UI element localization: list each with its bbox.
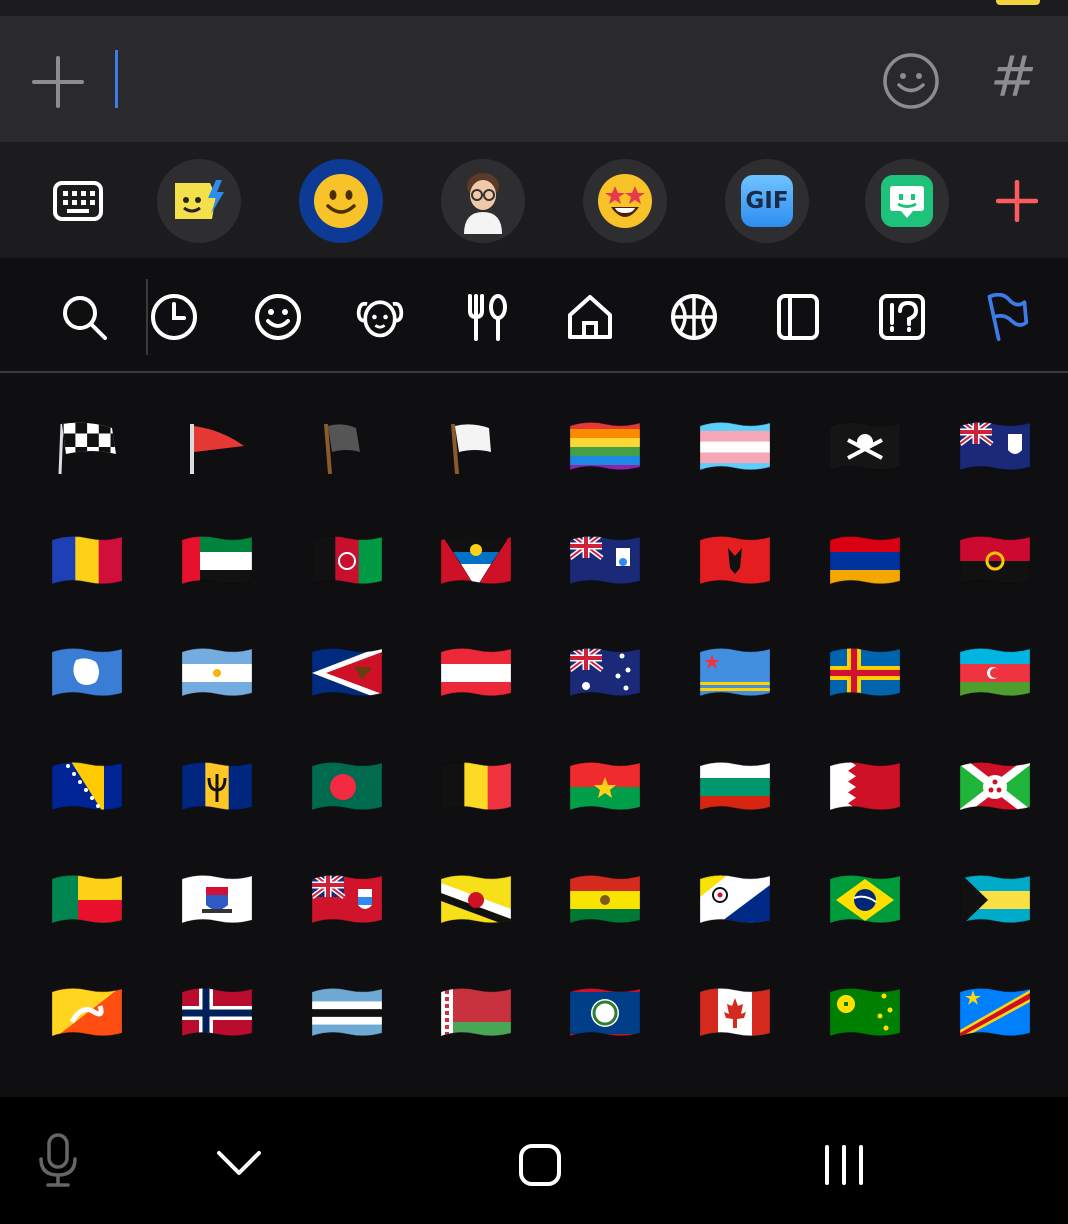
flag-united-arab-emirates[interactable] xyxy=(182,534,252,588)
flag-aruba[interactable] xyxy=(700,646,770,700)
gif-icon[interactable]: GIF xyxy=(725,159,809,243)
recents-icon[interactable] xyxy=(822,1145,866,1185)
flag-bangladesh[interactable] xyxy=(312,760,382,814)
search-icon[interactable] xyxy=(60,293,108,341)
flag-black-flag[interactable] xyxy=(312,420,382,474)
flag-burkina-faso[interactable] xyxy=(570,760,640,814)
flag-pirate-flag[interactable] xyxy=(830,420,900,474)
flag-transgender-flag[interactable] xyxy=(700,420,770,474)
recent-clock-icon[interactable] xyxy=(150,293,198,341)
smileys-icon[interactable] xyxy=(254,293,302,341)
flag-brunei[interactable] xyxy=(441,873,511,927)
flag-antigua-barbuda[interactable] xyxy=(441,534,511,588)
sticker-icon[interactable] xyxy=(157,159,241,243)
flag-bahrain[interactable] xyxy=(830,760,900,814)
avatar-icon[interactable] xyxy=(441,159,525,243)
flag-congo-kinshasa[interactable] xyxy=(960,986,1030,1040)
flag-brazil[interactable] xyxy=(830,873,900,927)
top-accent xyxy=(996,0,1040,5)
flag-ascension-island[interactable] xyxy=(960,420,1030,474)
smiley-outline-icon[interactable] xyxy=(882,52,940,110)
flag-burundi[interactable] xyxy=(960,760,1030,814)
animals-icon[interactable] xyxy=(356,293,404,341)
flag-azerbaijan[interactable] xyxy=(960,646,1030,700)
flag-canada[interactable] xyxy=(700,986,770,1040)
emoji-category-bar xyxy=(0,259,1068,373)
add-icon[interactable] xyxy=(975,159,1059,243)
flag-antarctica[interactable] xyxy=(52,646,122,700)
flag-australia[interactable] xyxy=(570,646,640,700)
flag-st-barthelemy[interactable] xyxy=(182,873,252,927)
flag-american-samoa[interactable] xyxy=(312,646,382,700)
food-icon[interactable] xyxy=(462,293,510,341)
flag-andorra[interactable] xyxy=(52,534,122,588)
flag-argentina[interactable] xyxy=(182,646,252,700)
flag-benin[interactable] xyxy=(52,873,122,927)
microphone-icon[interactable] xyxy=(38,1133,78,1187)
flag-white-flag[interactable] xyxy=(441,420,511,474)
flag-aland-islands[interactable] xyxy=(830,646,900,700)
flag-cocos-islands[interactable] xyxy=(830,986,900,1040)
chevron-down-icon[interactable] xyxy=(216,1149,262,1177)
flag-triangular-flag[interactable] xyxy=(182,420,252,474)
flag-bosnia-herzegovina[interactable] xyxy=(52,760,122,814)
flag-afghanistan[interactable] xyxy=(312,534,382,588)
category-divider xyxy=(146,279,148,355)
top-strip xyxy=(0,0,1068,16)
flag-botswana[interactable] xyxy=(312,986,382,1040)
flag-bermuda[interactable] xyxy=(312,873,382,927)
symbols-icon[interactable] xyxy=(878,293,926,341)
message-input-bar: # xyxy=(0,16,1068,142)
objects-icon[interactable] xyxy=(774,293,822,341)
system-navigation-bar xyxy=(0,1097,1068,1224)
flag-armenia[interactable] xyxy=(830,534,900,588)
emoji-grid xyxy=(0,374,1068,1096)
keyboard-icon[interactable] xyxy=(36,159,120,243)
activities-icon[interactable] xyxy=(670,293,718,341)
flag-albania[interactable] xyxy=(700,534,770,588)
keyboard-toolbar: GIF xyxy=(0,142,1068,258)
flag-bouvet-island[interactable] xyxy=(182,986,252,1040)
emoji-icon[interactable] xyxy=(299,159,383,243)
flag-bahamas[interactable] xyxy=(960,873,1030,927)
star-eyes-emoji-icon[interactable] xyxy=(583,159,667,243)
home-icon[interactable] xyxy=(518,1143,562,1187)
text-cursor xyxy=(115,50,118,108)
flag-austria[interactable] xyxy=(441,646,511,700)
flag-anguilla[interactable] xyxy=(570,534,640,588)
bitmoji-icon[interactable] xyxy=(865,159,949,243)
flag-rainbow-flag[interactable] xyxy=(570,420,640,474)
flag-bolivia[interactable] xyxy=(570,873,640,927)
plus-icon[interactable] xyxy=(30,54,86,110)
flag-angola[interactable] xyxy=(960,534,1030,588)
gif-label: GIF xyxy=(741,175,793,227)
hashtag-icon[interactable]: # xyxy=(990,48,1037,108)
flag-belarus[interactable] xyxy=(441,986,511,1040)
flag-bhutan[interactable] xyxy=(52,986,122,1040)
flag-caribbean-netherlands[interactable] xyxy=(700,873,770,927)
places-icon[interactable] xyxy=(566,293,614,341)
flag-belize[interactable] xyxy=(570,986,640,1040)
flag-bulgaria[interactable] xyxy=(700,760,770,814)
flags-icon[interactable] xyxy=(982,293,1030,341)
flag-chequered-flag[interactable] xyxy=(52,420,122,474)
flag-belgium[interactable] xyxy=(441,760,511,814)
flag-barbados[interactable] xyxy=(182,760,252,814)
